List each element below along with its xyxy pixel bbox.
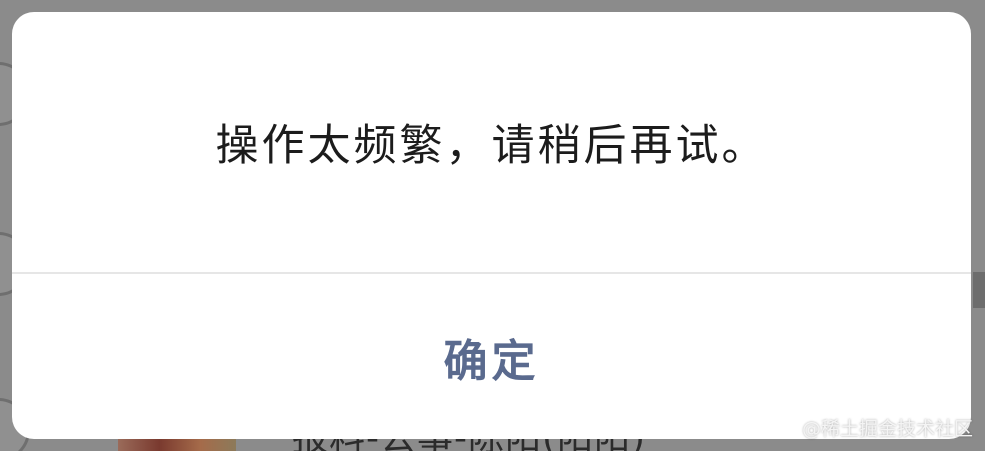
alert-dialog: 操作太频繁，请稍后再试。 确定 (12, 12, 971, 439)
dialog-message: 操作太频繁，请稍后再试。 (215, 121, 768, 171)
watermark: @稀土掘金技术社区 (801, 418, 973, 440)
background-list-edge (973, 272, 985, 308)
